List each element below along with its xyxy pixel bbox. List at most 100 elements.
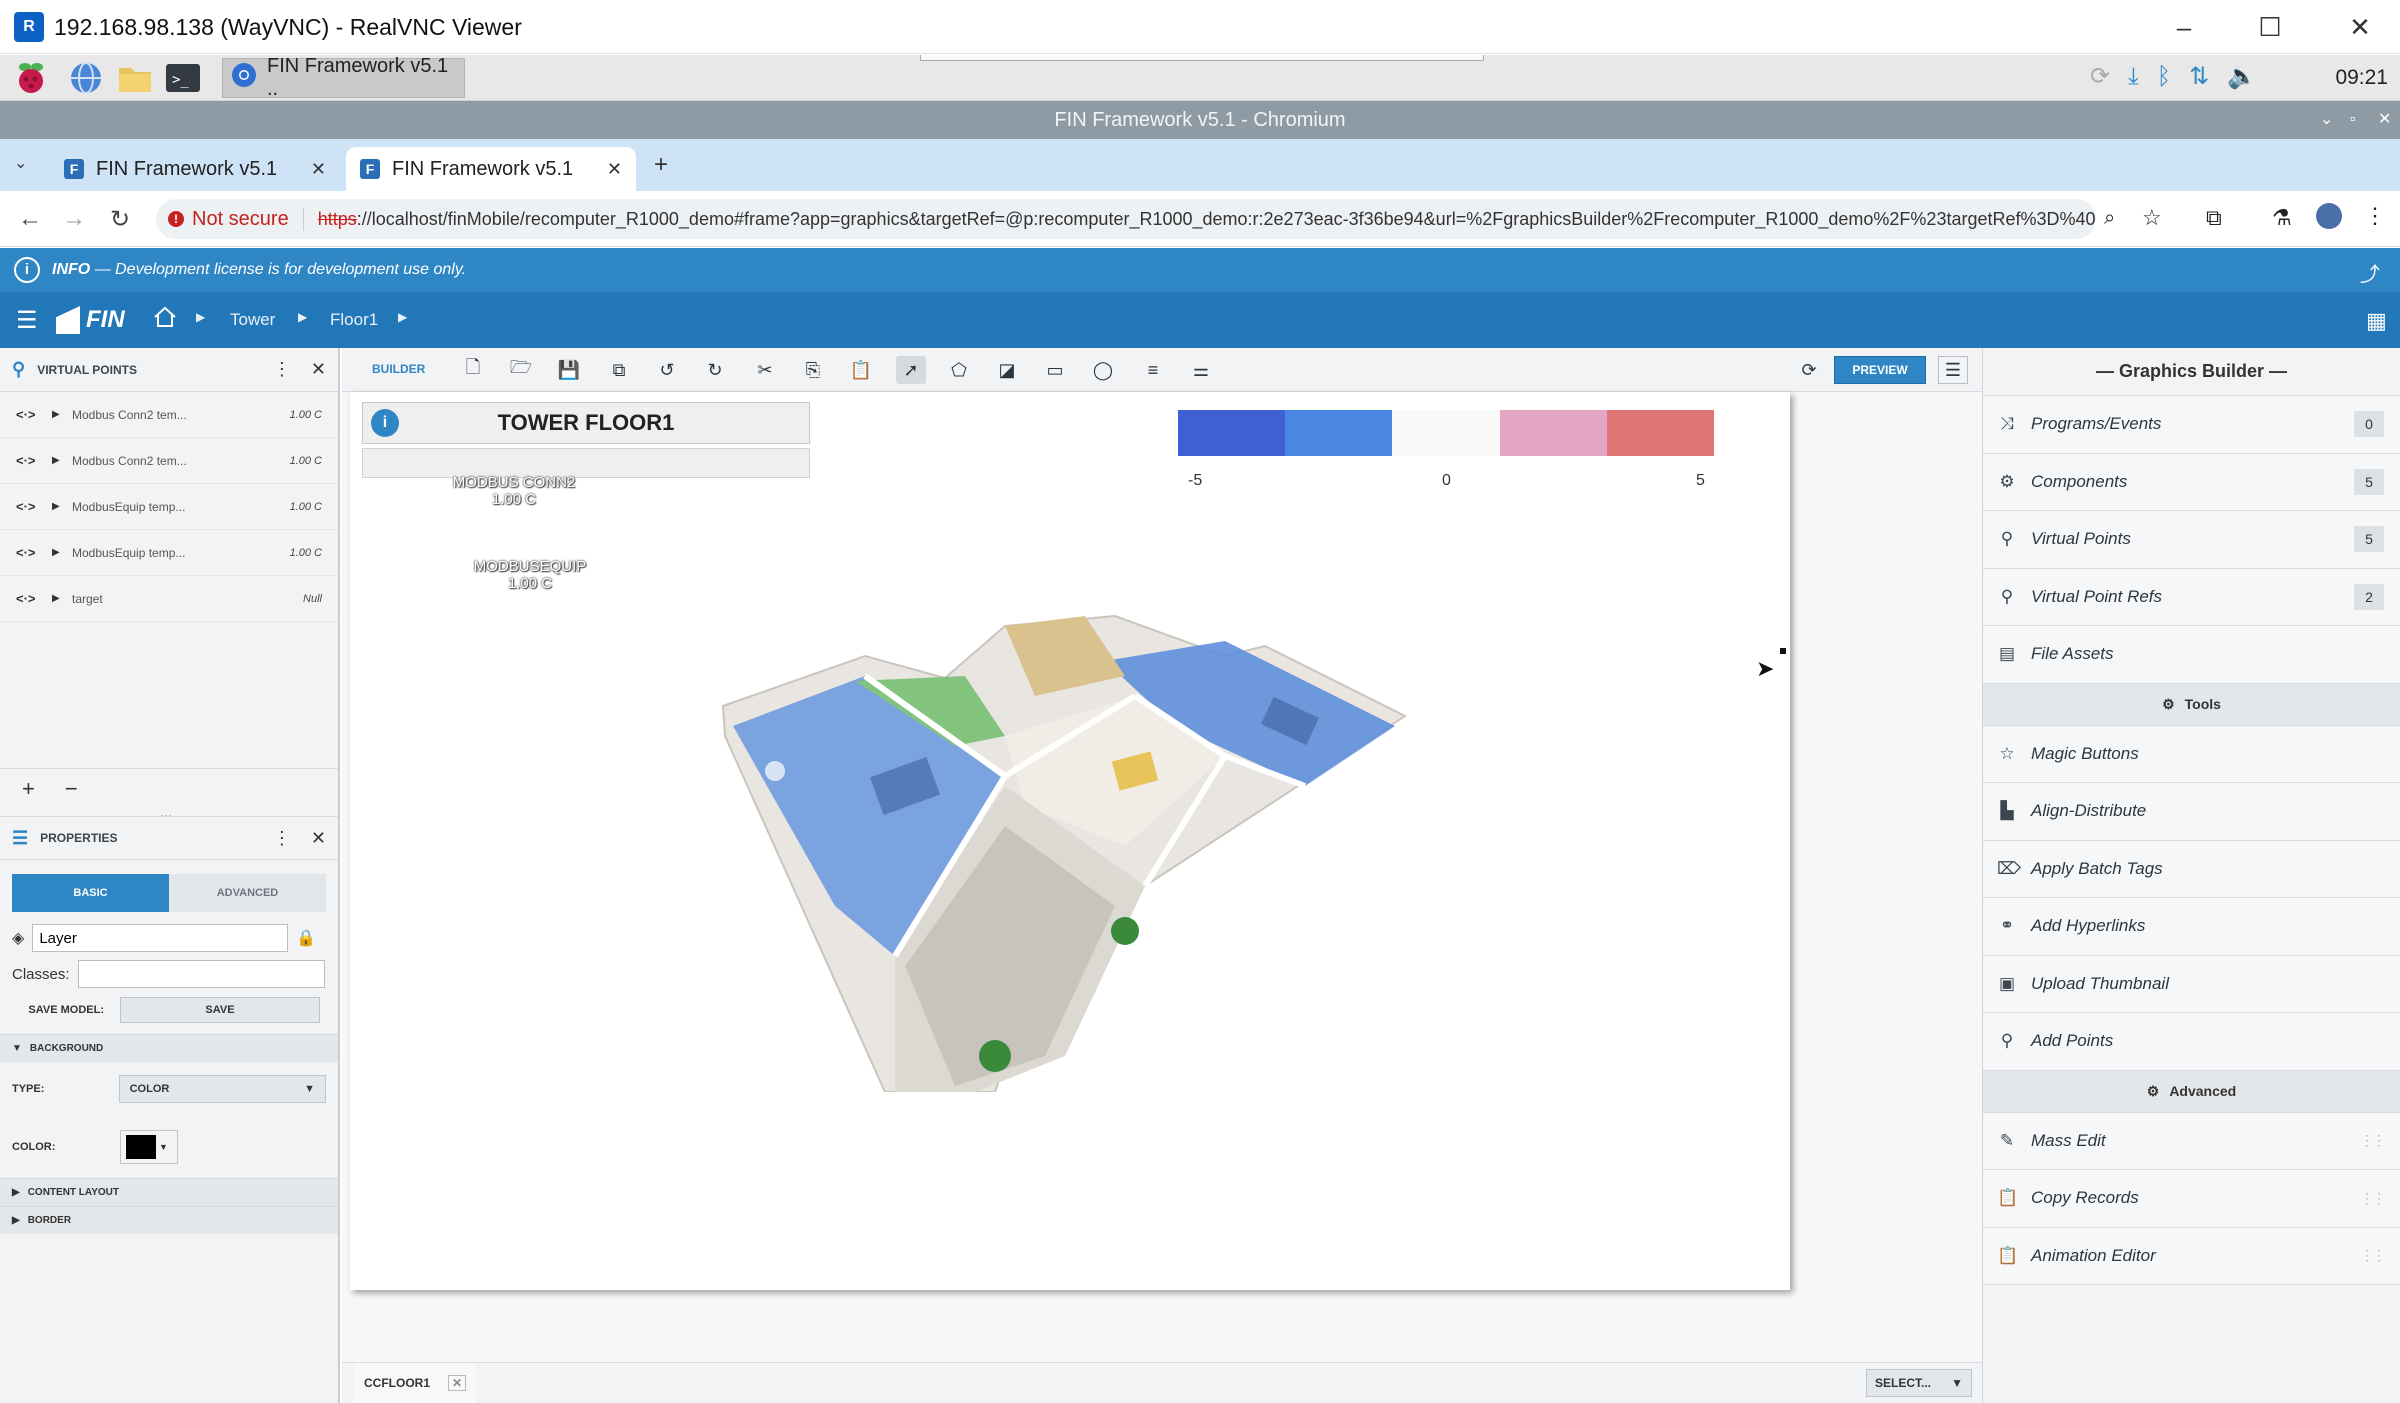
save-button[interactable]: SAVE <box>120 997 320 1023</box>
floor-3d-render[interactable] <box>705 586 1435 1093</box>
close-window-button[interactable]: ✕ <box>2330 8 2390 46</box>
rectangle-tool-icon[interactable]: ▭ <box>1040 356 1070 384</box>
taskbar-chromium-task[interactable]: FIN Framework v5.1 .. <box>222 55 465 100</box>
browser-menu-icon[interactable]: ⋮ <box>2364 203 2386 229</box>
path-tool-icon[interactable]: ◪ <box>992 356 1022 384</box>
border-section[interactable]: ▶ BORDER <box>0 1206 338 1234</box>
lock-icon[interactable]: 🔒 <box>296 928 316 948</box>
breadcrumb-floor1[interactable]: Floor1 <box>330 310 378 330</box>
drag-handle-icon[interactable]: ⋮⋮ <box>2360 1190 2386 1207</box>
pointer-tool-icon[interactable]: ➚ <box>896 356 926 384</box>
cut-icon[interactable]: ✂ <box>750 356 780 384</box>
back-button[interactable]: ← <box>12 201 48 237</box>
ellipse-tool-icon[interactable]: ◯ <box>1088 356 1118 384</box>
add-point-button[interactable]: + <box>22 776 35 802</box>
virtual-point-row[interactable]: <·> ▶ ModbusEquip temp... 1.00 C <box>0 484 338 530</box>
graphics-canvas[interactable]: i TOWER FLOOR1 MODBUS CONN2 1.00 C MODBU… <box>350 392 1790 1290</box>
align-distribute-item[interactable]: ▙ Align-Distribute <box>1983 783 2400 841</box>
labs-icon[interactable]: ⚗ <box>2272 205 2292 231</box>
new-tab-button[interactable]: + <box>654 151 668 179</box>
upload-thumbnail-item[interactable]: ▣ Upload Thumbnail <box>1983 955 2400 1013</box>
virtual-point-row[interactable]: <·> ▶ Modbus Conn2 tem... 1.00 C <box>0 392 338 438</box>
canvas-tab-ccfloor1[interactable]: CCFLOOR1 ✕ <box>354 1363 477 1403</box>
fin-logo[interactable]: FIN <box>56 304 125 336</box>
undo-icon[interactable]: ↺ <box>652 356 682 384</box>
breadcrumb-separator-icon[interactable]: ▶ <box>398 310 407 324</box>
terminal-icon[interactable]: >_ <box>164 60 200 96</box>
virtual-point-row[interactable]: <·> ▶ target Null <box>0 576 338 622</box>
expand-caret-icon[interactable]: ▶ <box>52 455 62 466</box>
home-icon[interactable] <box>152 304 178 335</box>
point-label-modbusequip[interactable]: MODBUSEQUIP 1.00 C <box>444 558 616 592</box>
remove-point-button[interactable]: − <box>65 776 78 802</box>
address-bar[interactable]: ! Not secure https ://localhost/finMobil… <box>156 199 2096 239</box>
expand-caret-icon[interactable]: ▶ <box>52 501 62 512</box>
zoom-icon[interactable]: ⌕ <box>2104 207 2115 230</box>
minimize-button[interactable]: – <box>2154 8 2214 46</box>
wayvnc-toolbar-handle[interactable] <box>920 55 1484 61</box>
select-dropdown[interactable]: SELECT... ▼ <box>1866 1369 1972 1397</box>
magic-buttons-item[interactable]: ☆ Magic Buttons <box>1983 725 2400 783</box>
layers-menu-icon[interactable]: ≡ <box>1138 356 1168 384</box>
file-assets-item[interactable]: ▤ File Assets <box>1983 626 2400 684</box>
raspberry-menu-icon[interactable] <box>12 59 48 95</box>
save-icon[interactable]: 💾 <box>554 356 584 384</box>
floor-title-box[interactable]: i TOWER FLOOR1 <box>362 402 810 444</box>
components-item[interactable]: ⚙ Components 5 <box>1983 453 2400 511</box>
paste-icon[interactable]: 📋 <box>846 356 876 384</box>
chromium-maximize-button[interactable]: ▫ <box>2350 101 2356 139</box>
layer-name-input[interactable] <box>32 924 289 952</box>
drag-handle-icon[interactable]: ⋮⋮ <box>2360 1132 2386 1149</box>
animation-editor-item[interactable]: 📋 Animation Editor ⋮⋮ <box>1983 1227 2400 1285</box>
volume-icon[interactable]: 🔈 <box>2227 62 2257 91</box>
info-icon[interactable]: i <box>371 409 399 437</box>
new-file-icon[interactable]: 🗋 <box>458 356 488 384</box>
classes-input[interactable] <box>77 960 325 988</box>
tab-close-icon[interactable]: ✕ <box>607 159 622 180</box>
expand-caret-icon[interactable]: ▶ <box>52 547 62 558</box>
apps-grid-icon[interactable]: ▦ <box>2366 308 2387 334</box>
chromium-minimize-button[interactable]: ⌄ <box>2320 101 2333 139</box>
browser-launcher-icon[interactable] <box>68 60 104 96</box>
resize-handle[interactable] <box>1780 648 1786 654</box>
extensions-icon[interactable]: ⧉ <box>2206 205 2222 231</box>
color-picker[interactable]: ▼ <box>120 1130 178 1164</box>
tab-close-icon[interactable]: ✕ <box>448 1375 467 1391</box>
maximize-button[interactable]: ☐ <box>2240 8 2300 46</box>
update-icon[interactable]: ⟳ <box>2090 62 2110 91</box>
panel-menu-icon[interactable]: ⋮ <box>273 359 291 380</box>
virtual-point-row[interactable]: <·> ▶ Modbus Conn2 tem... 1.00 C <box>0 438 338 484</box>
point-label-modbus-conn2[interactable]: MODBUS CONN2 1.00 C <box>418 474 610 508</box>
background-section[interactable]: ▼ BACKGROUND <box>0 1034 338 1062</box>
add-points-item[interactable]: ⚲ Add Points <box>1983 1013 2400 1071</box>
polygon-tool-icon[interactable]: ⬠ <box>944 356 974 384</box>
profile-avatar-icon[interactable] <box>2316 203 2342 229</box>
virtual-point-refs-item[interactable]: ⚲ Virtual Point Refs 2 <box>1983 568 2400 626</box>
tab-close-icon[interactable]: ✕ <box>311 159 326 180</box>
file-manager-icon[interactable] <box>116 60 152 96</box>
chromium-close-button[interactable]: ✕ <box>2378 101 2391 139</box>
settings-sliders-icon[interactable]: ⚌ <box>1186 356 1216 384</box>
tab-search-icon[interactable]: ⌄ <box>14 153 27 173</box>
mass-edit-item[interactable]: ✎ Mass Edit ⋮⋮ <box>1983 1112 2400 1170</box>
panel-menu-icon[interactable]: ⋮ <box>273 828 291 849</box>
preview-button[interactable]: PREVIEW <box>1834 356 1926 384</box>
bluetooth-icon[interactable]: ᛒ <box>2157 63 2171 91</box>
panel-close-icon[interactable]: ✕ <box>311 359 326 380</box>
content-layout-section[interactable]: ▶ CONTENT LAYOUT <box>0 1178 338 1206</box>
open-folder-icon[interactable]: 🗁 <box>506 356 536 384</box>
reload-button[interactable]: ↻ <box>102 201 138 237</box>
tab-advanced[interactable]: ADVANCED <box>169 874 326 912</box>
tab-basic[interactable]: BASIC <box>12 874 169 912</box>
copy-icon[interactable]: ⎘ <box>798 356 828 384</box>
hamburger-menu-icon[interactable]: ☰ <box>16 306 38 335</box>
share-icon[interactable]: ⤴ <box>2360 258 2380 287</box>
programs-events-item[interactable]: ⤨ Programs/Events 0 <box>1983 396 2400 454</box>
builder-menu-icon[interactable]: ☰ <box>1938 356 1968 384</box>
breadcrumb-tower[interactable]: Tower <box>230 310 275 330</box>
panel-close-icon[interactable]: ✕ <box>311 828 326 849</box>
apply-batch-tags-item[interactable]: ⌦ Apply Batch Tags <box>1983 840 2400 898</box>
browser-tab-2[interactable]: F FIN Framework v5.1 ✕ <box>346 147 636 191</box>
virtual-point-row[interactable]: <·> ▶ ModbusEquip temp... 1.00 C <box>0 530 338 576</box>
expand-caret-icon[interactable]: ▶ <box>52 409 62 420</box>
